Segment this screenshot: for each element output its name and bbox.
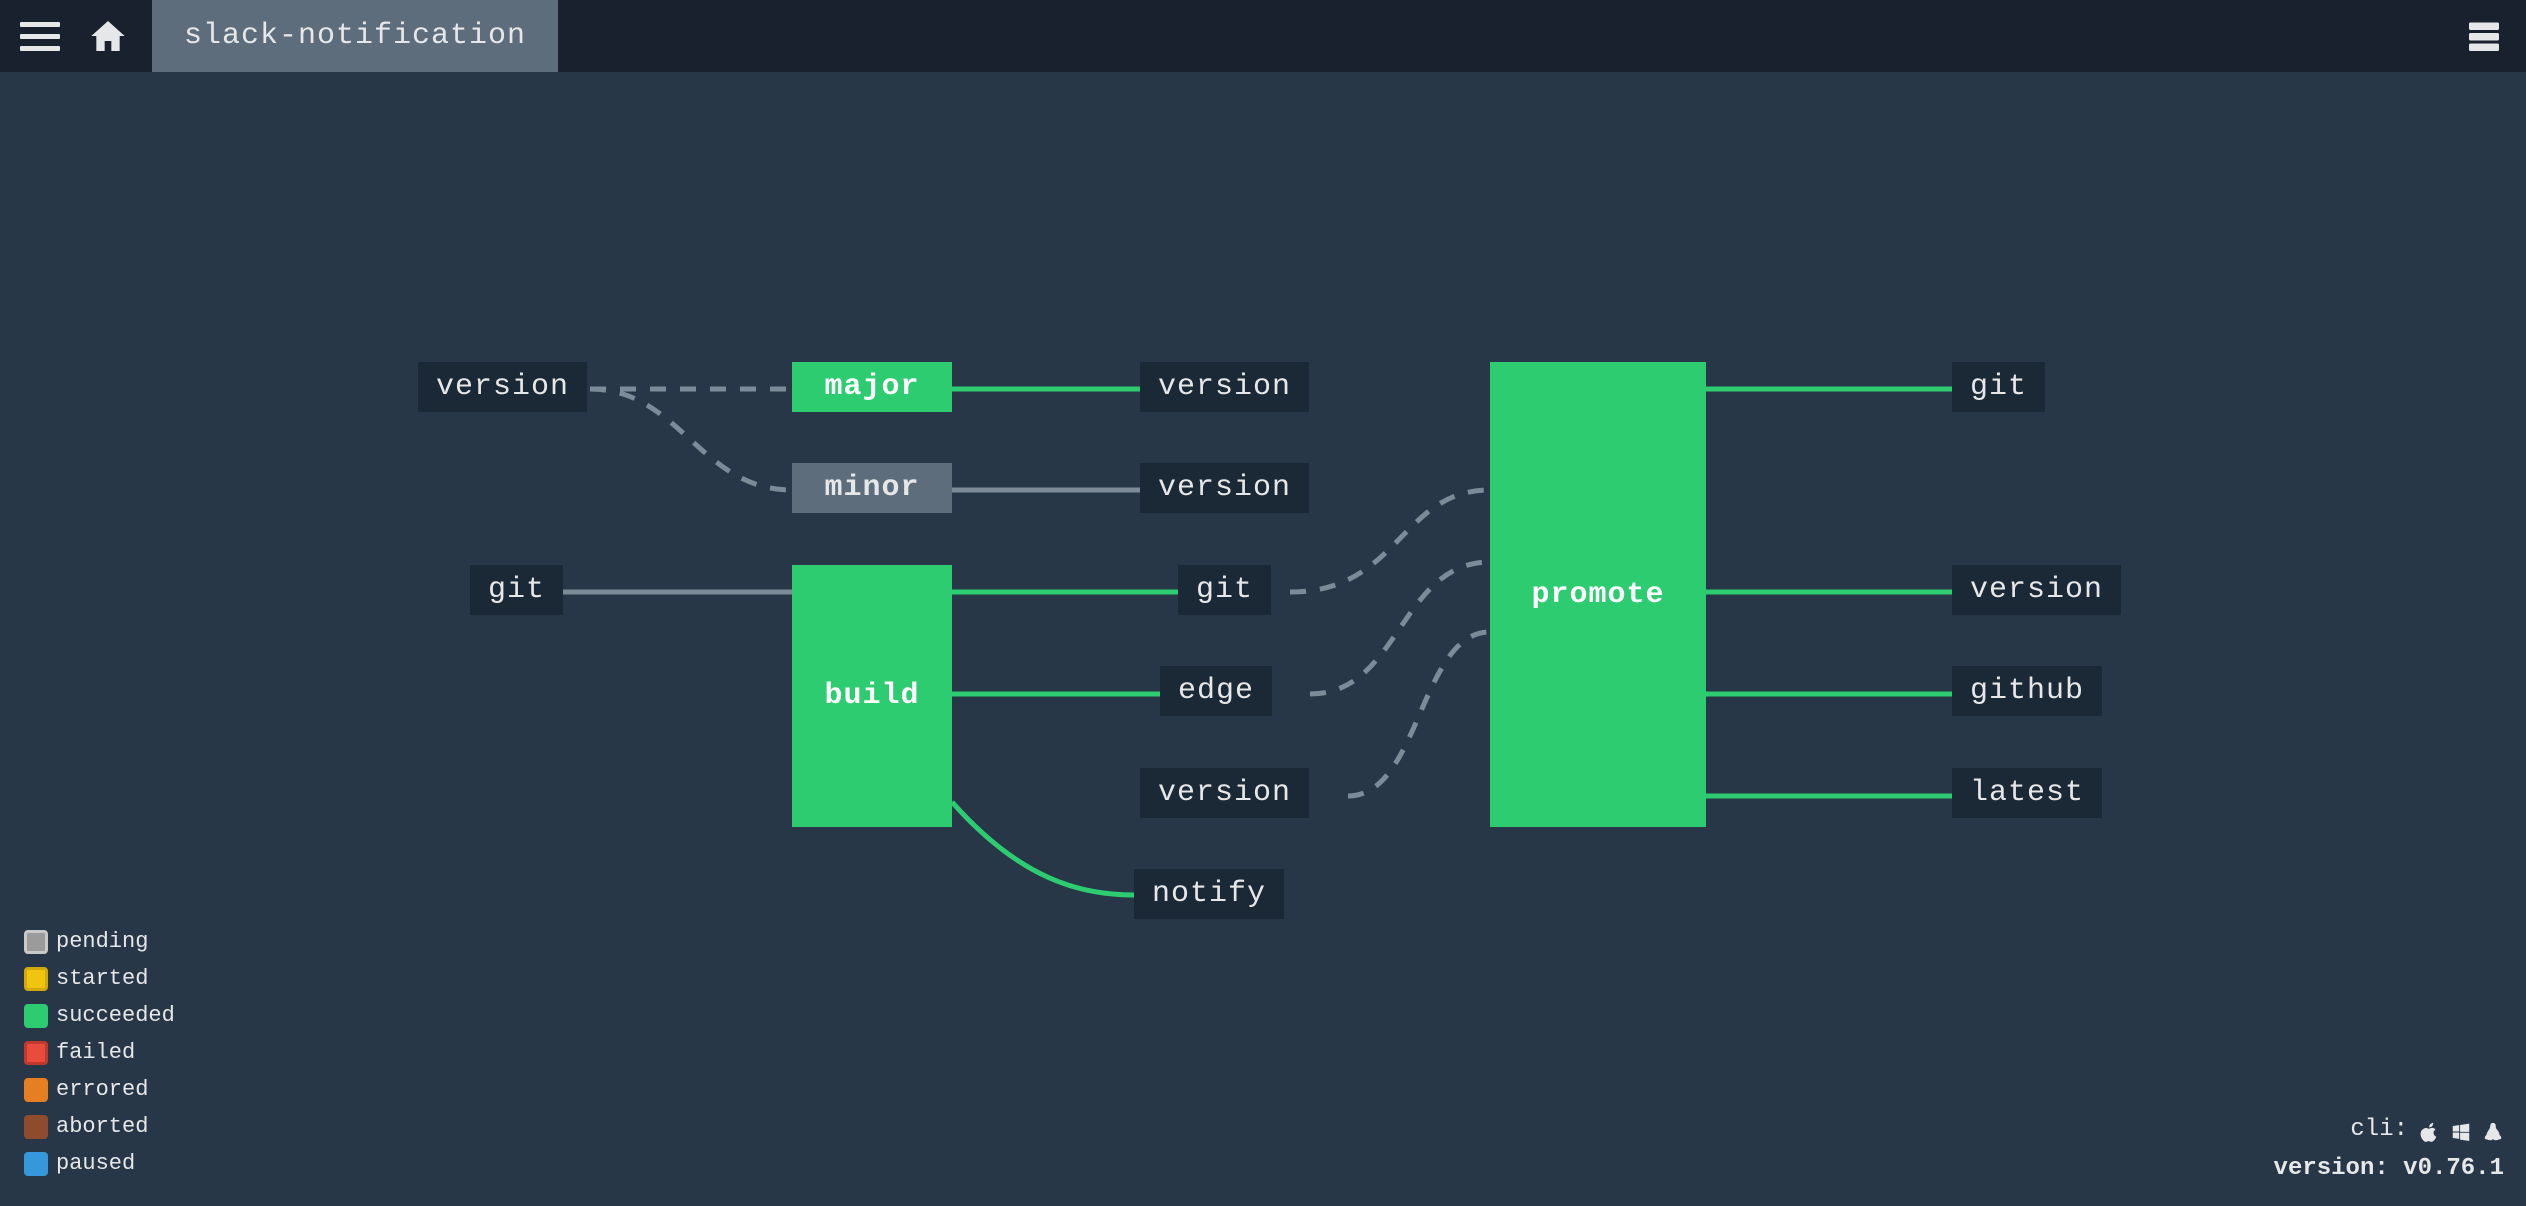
- cli-download-row: cli:: [2274, 1111, 2504, 1149]
- swatch-succeeded: [24, 1004, 48, 1028]
- legend-started: started: [24, 962, 175, 995]
- job-promote[interactable]: promote: [1490, 362, 1706, 827]
- legend-aborted: aborted: [24, 1110, 175, 1143]
- resource-notify[interactable]: notify: [1134, 869, 1284, 919]
- resource-github[interactable]: github: [1952, 666, 2102, 716]
- swatch-started: [24, 967, 48, 991]
- swatch-pending: [24, 930, 48, 954]
- top-bar: slack-notification: [0, 0, 2526, 72]
- legend-failed: failed: [24, 1036, 175, 1069]
- job-build[interactable]: build: [792, 565, 952, 827]
- home-icon[interactable]: [88, 16, 128, 56]
- resource-version-1[interactable]: version: [1140, 362, 1309, 412]
- resource-edge[interactable]: edge: [1160, 666, 1272, 716]
- version-label: version:: [2274, 1155, 2389, 1182]
- swatch-errored: [24, 1078, 48, 1102]
- footer: cli: version: v0.76.1: [2274, 1111, 2504, 1188]
- resource-version-3[interactable]: version: [1140, 768, 1309, 818]
- resource-git-mid[interactable]: git: [1178, 565, 1271, 615]
- pipeline-canvas[interactable]: version git major minor build version ve…: [0, 72, 2526, 1206]
- windows-icon[interactable]: [2450, 1119, 2472, 1141]
- resource-version-4[interactable]: version: [1952, 565, 2121, 615]
- pipeline-edges: [0, 72, 2526, 1206]
- legend: pending started succeeded failed errored…: [24, 925, 175, 1184]
- swatch-paused: [24, 1152, 48, 1176]
- swatch-failed: [24, 1041, 48, 1065]
- resources-icon[interactable]: [2466, 18, 2502, 54]
- resource-version-2[interactable]: version: [1140, 463, 1309, 513]
- resource-git-input[interactable]: git: [470, 565, 563, 615]
- job-minor[interactable]: minor: [792, 463, 952, 513]
- pipeline-title: slack-notification: [184, 19, 526, 53]
- job-major[interactable]: major: [792, 362, 952, 412]
- linux-icon[interactable]: [2482, 1119, 2504, 1141]
- pipeline-tab[interactable]: slack-notification: [152, 0, 558, 72]
- resource-version-input[interactable]: version: [418, 362, 587, 412]
- cli-label: cli:: [2350, 1111, 2408, 1149]
- resource-latest[interactable]: latest: [1952, 768, 2102, 818]
- menu-icon[interactable]: [20, 16, 60, 56]
- resource-git-out[interactable]: git: [1952, 362, 2045, 412]
- legend-paused: paused: [24, 1147, 175, 1180]
- version-value: v0.76.1: [2403, 1155, 2504, 1182]
- apple-icon[interactable]: [2418, 1119, 2440, 1141]
- swatch-aborted: [24, 1115, 48, 1139]
- version-row: version: v0.76.1: [2274, 1150, 2504, 1188]
- legend-pending: pending: [24, 925, 175, 958]
- legend-succeeded: succeeded: [24, 999, 175, 1032]
- legend-errored: errored: [24, 1073, 175, 1106]
